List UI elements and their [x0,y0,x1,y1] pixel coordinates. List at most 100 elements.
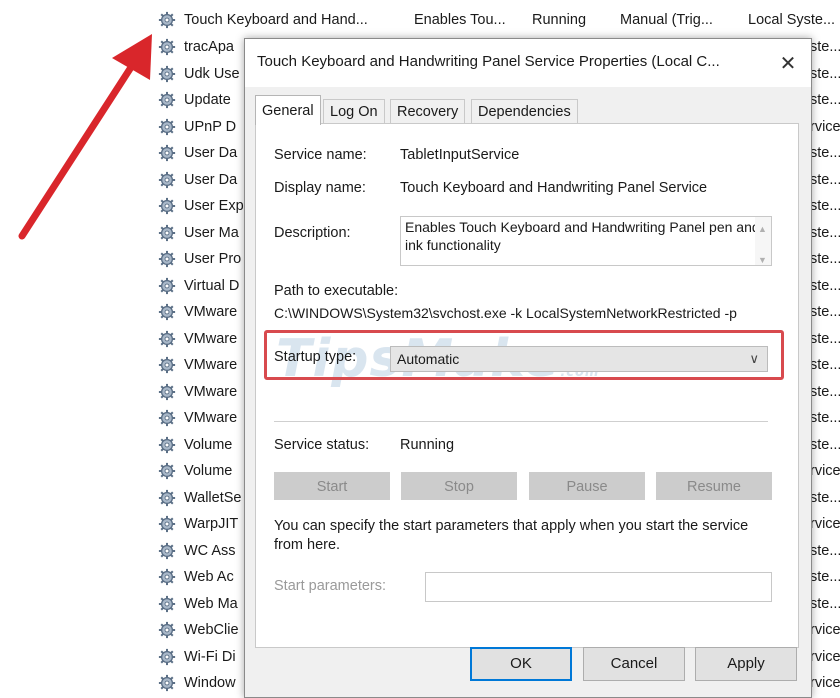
service-name: User Ma [184,224,239,241]
gear-icon [158,515,176,533]
service-name: Udk Use [184,65,240,82]
service-log-on-as: ste... [810,410,840,426]
start-parameters-label: Start parameters: [274,578,387,594]
service-name: User Da [184,145,238,161]
path-label: Path to executable: [274,283,399,299]
service-log-on-as: rvice [810,118,840,135]
service-log-on-as: ste... [810,92,840,108]
service-name: Wi-Fi Di [184,648,236,665]
service-name: VMware [184,304,238,320]
close-button[interactable]: ✕ [765,39,811,87]
service-log-on-as: ste... [810,145,840,161]
service-name: VMware [184,357,238,373]
description-scrollbar[interactable]: ▲ ▼ [755,217,771,265]
service-name: Window [184,675,236,691]
cancel-button[interactable]: Cancel [583,647,685,681]
close-icon: ✕ [779,52,797,75]
stop-button[interactable]: Stop [401,472,517,500]
chevron-down-icon: ∨ [749,351,759,366]
gear-icon [158,197,176,215]
service-name: User Pro [184,251,242,267]
pause-button[interactable]: Pause [529,472,645,500]
service-log-on-as: ste... [810,304,840,320]
divider [274,421,768,422]
service-name: User Da [184,171,238,188]
apply-button[interactable]: Apply [695,647,797,681]
service-name: Web Ma [184,595,238,612]
gear-icon [158,277,176,294]
service-name-label: Service name: [274,147,367,163]
path-value: C:\WINDOWS\System32\svchost.exe -k Local… [274,305,737,321]
service-properties-dialog: Touch Keyboard and Handwriting Panel Ser… [244,38,812,698]
gear-icon [158,91,176,109]
startup-type-dropdown[interactable]: Automatic ∨ [390,346,768,372]
service-log-on-as: ste... [810,224,840,241]
description-textbox[interactable]: Enables Touch Keyboard and Handwriting P… [400,216,772,266]
service-log-on-as: rvice [810,622,840,638]
gear-icon [158,118,176,135]
service-name: VMware [184,410,238,426]
resume-button[interactable]: Resume [656,472,772,500]
service-name: WarpJIT [184,516,239,532]
tab-dependencies[interactable]: Dependencies [471,99,578,123]
service-status-label: Service status: [274,437,370,453]
service-name: WC Ass [184,542,236,559]
service-log-on-as: ste... [810,436,840,453]
gear-icon [158,542,176,559]
gear-icon [158,171,176,188]
gear-icon [158,224,176,241]
service-name: VMware [184,330,238,347]
service-name: Web Ac [184,569,234,585]
gear-icon [158,383,176,400]
service-status-value: Running [400,437,455,453]
tab-recovery[interactable]: Recovery [390,99,466,123]
service-name: Volume [184,463,233,479]
service-status: Running [532,12,587,28]
dialog-title-bar[interactable]: Touch Keyboard and Handwriting Panel Ser… [245,39,811,87]
gear-icon [158,409,176,427]
service-name: tracApa [184,39,234,55]
service-log-on-as: ste... [810,595,840,612]
service-name: Volume [184,436,233,453]
gear-icon [158,621,176,639]
gear-icon [158,674,176,692]
display-name-label: Display name: [274,180,366,196]
service-log-on-as: ste... [810,251,840,267]
service-log-on-as: ste... [810,277,840,294]
description-text: Enables Touch Keyboard and Handwriting P… [405,219,760,253]
tab-log-on[interactable]: Log On [323,99,385,123]
startup-type-value: Automatic [397,351,460,367]
gear-icon [158,595,176,612]
ok-button[interactable]: OK [470,647,572,681]
service-startup-type: Manual (Trig... [620,12,713,28]
service-log-on-as: ste... [810,383,840,400]
service-name: VMware [184,383,238,400]
dialog-title: Touch Keyboard and Handwriting Panel Ser… [257,53,720,70]
service-log-on-as: ste... [810,542,840,559]
service-name: WebClie [184,622,239,638]
service-log-on-as: ste... [810,489,840,506]
service-log-on-as: ste... [810,198,840,214]
start-parameters-hint: You can specify the start parameters tha… [274,518,749,553]
service-name-value: TabletInputService [400,147,520,163]
service-name: WalletSe [184,489,242,506]
scroll-down-icon: ▼ [758,255,767,265]
service-name: User Exp [184,198,244,214]
service-log-on-as: rvice [810,516,840,532]
service-log-on-as: ste... [810,357,840,373]
general-tab-panel: Service name: TabletInputService Display… [255,123,799,648]
gear-icon [158,356,176,374]
gear-icon [158,144,176,162]
gear-icon [158,11,176,29]
start-button[interactable]: Start [274,472,390,500]
service-log-on-as: ste... [810,65,840,82]
tab-general[interactable]: General [255,95,321,125]
startup-type-label: Startup type: [274,349,357,365]
start-parameters-input[interactable] [425,572,772,602]
service-log-on-as: ste... [810,569,840,585]
gear-icon [158,330,176,347]
gear-icon [158,65,176,82]
service-log-on-as: ste... [810,330,840,347]
gear-icon [158,462,176,480]
gear-icon [158,648,176,665]
